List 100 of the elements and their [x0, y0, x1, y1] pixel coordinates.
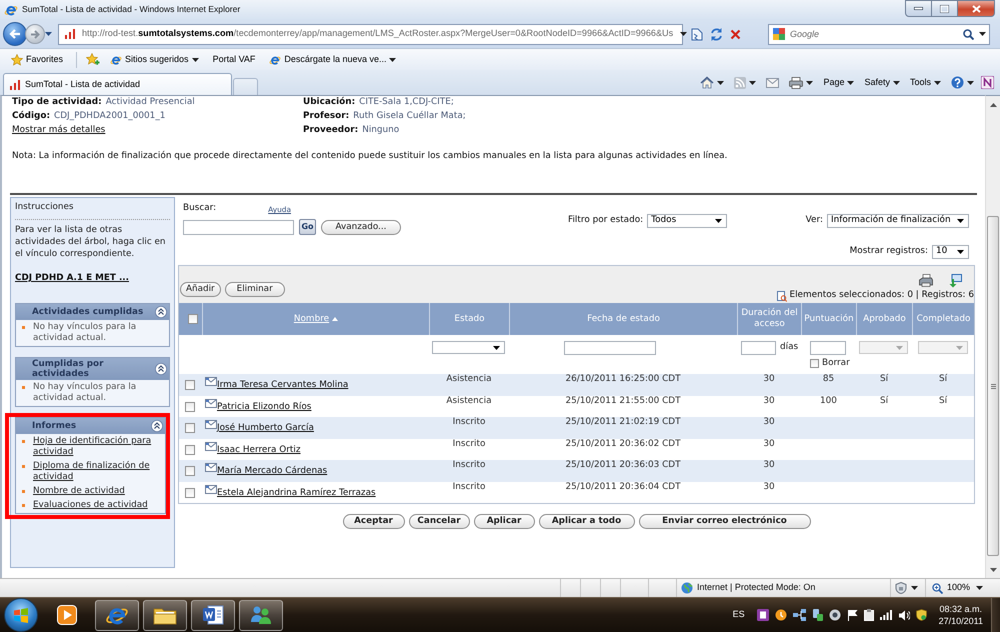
language-indicator[interactable]: ES	[732, 609, 745, 621]
caret-icon[interactable]	[680, 32, 688, 36]
clear-checkbox[interactable]	[810, 359, 819, 368]
person-link[interactable]: María Mercado Cárdenas	[217, 466, 328, 478]
shield-icon[interactable]	[916, 609, 927, 621]
start-button[interactable]	[4, 598, 38, 632]
refresh-icon[interactable]	[710, 28, 723, 40]
report-link[interactable]: Diploma de finalización de actividad	[33, 461, 161, 483]
field-label: Profesor:	[303, 111, 350, 123]
minimize-icon	[914, 7, 923, 10]
report-link[interactable]: Hoja de identificación para actividad	[33, 436, 161, 458]
details-link[interactable]: Mostrar más detalles	[12, 125, 106, 137]
scrollbar-thumb[interactable]	[987, 216, 999, 556]
favorites-link[interactable]: Portal VAF	[208, 50, 260, 68]
bullet-icon	[22, 465, 25, 468]
menu-button[interactable]: Safety	[861, 74, 903, 92]
arrow-up-icon[interactable]	[990, 102, 996, 106]
action-button[interactable]: Enviar correo electrónico	[638, 514, 810, 529]
caret-icon	[934, 80, 941, 84]
taskbar-button[interactable]	[191, 600, 235, 630]
search-input[interactable]	[183, 220, 294, 234]
browser-logo-icon	[4, 3, 18, 17]
row-checkbox[interactable]	[185, 444, 195, 454]
back-button[interactable]	[3, 22, 27, 46]
action-button[interactable]: Aceptar	[342, 514, 404, 529]
go-button[interactable]: Go	[299, 219, 316, 235]
filter-input[interactable]	[564, 341, 656, 355]
person-link[interactable]: Irma Teresa Cervantes Molina	[217, 380, 348, 392]
empty-message: No hay vínculos para la actividad actual.	[33, 322, 138, 344]
favorites-link[interactable]: Sitios sugeridos	[106, 50, 203, 68]
zoom-button[interactable]: 100%	[930, 580, 972, 596]
menu-button[interactable]: Page	[820, 74, 858, 92]
select-all-checkbox[interactable]	[188, 314, 198, 324]
signal-icon[interactable]	[880, 610, 892, 620]
show-desktop-button[interactable]	[991, 598, 1000, 632]
action-button[interactable]: Aplicar	[474, 514, 534, 529]
speaker-icon[interactable]	[898, 610, 910, 620]
disc-icon[interactable]	[828, 609, 841, 621]
favorites-button[interactable]: Favorites	[7, 50, 68, 68]
caret-icon[interactable]	[45, 32, 52, 36]
minimize-button[interactable]	[905, 0, 932, 17]
flag-icon[interactable]	[846, 609, 858, 621]
taskbar-button[interactable]	[239, 600, 283, 630]
envelope-icon	[205, 420, 217, 429]
report-link[interactable]: Evaluaciones de actividad	[33, 500, 148, 511]
maximize-button[interactable]	[932, 0, 958, 17]
panel-title: Actividades cumplidas	[32, 307, 144, 317]
column-header: Estado	[429, 303, 509, 335]
envelope-icon	[205, 463, 217, 472]
row-checkbox[interactable]	[185, 466, 195, 476]
collapse-icon[interactable]	[155, 363, 167, 375]
arrow-down-icon[interactable]	[990, 568, 996, 572]
search-icon[interactable]	[963, 28, 974, 40]
printer-icon[interactable]	[919, 274, 933, 288]
row-checkbox[interactable]	[185, 488, 195, 498]
clipboard-icon[interactable]	[864, 609, 874, 621]
action-button[interactable]: Cancelar	[408, 514, 470, 529]
filter-input[interactable]	[741, 341, 776, 355]
torn-page-icon[interactable]	[691, 28, 703, 40]
toolbar-button[interactable]: Eliminar	[224, 282, 285, 297]
collapse-icon[interactable]	[155, 306, 167, 318]
person-link[interactable]: Estela Alejandrina Ramírez Terrazas	[217, 488, 376, 500]
close-button[interactable]	[958, 0, 995, 17]
advanced-button[interactable]: Avanzado...	[321, 220, 401, 234]
table-cell-text: 25/10/2011 20:36:02 CDT	[565, 438, 681, 450]
filter-input[interactable]	[810, 341, 846, 355]
clock-icon[interactable]	[774, 609, 787, 621]
menu-button[interactable]: Tools	[906, 74, 944, 92]
favorites-link[interactable]: Descárgate la nueva ve...	[265, 50, 400, 68]
table-cell-text: Inscrito	[452, 438, 486, 450]
browser-tab[interactable]: SumTotal - Lista de actividad	[3, 73, 232, 95]
view-select[interactable]: Información de finalización	[827, 214, 969, 228]
help-icon	[951, 76, 964, 89]
person-link[interactable]: Isaac Herrera Ortiz	[217, 444, 301, 456]
person-link[interactable]: Patricia Elizondo Ríos	[217, 402, 312, 414]
caret-icon[interactable]	[979, 32, 986, 36]
network-icon[interactable]	[792, 609, 806, 621]
toolbar-button[interactable]: Añadir	[180, 282, 221, 297]
table-cell-text: 30	[763, 374, 775, 386]
person-link[interactable]: José Humberto García	[217, 423, 314, 435]
status-filter-select[interactable]: Todos	[647, 214, 728, 228]
add-favorite-icon[interactable]	[86, 53, 100, 66]
search-field[interactable]: Google	[768, 24, 990, 44]
tree-link[interactable]: CDJ PDHD A.1 E MET ...	[15, 272, 129, 284]
row-checkbox[interactable]	[185, 423, 195, 433]
field-value: Ninguno	[362, 125, 400, 137]
action-button[interactable]: Aplicar a todo	[538, 514, 634, 529]
app-icon[interactable]	[756, 609, 769, 621]
row-checkbox[interactable]	[185, 402, 195, 412]
page-size-select[interactable]: 10	[932, 245, 969, 259]
report-link[interactable]: Nombre de actividad	[33, 486, 125, 497]
close-icon	[972, 4, 980, 12]
row-checkbox[interactable]	[185, 380, 195, 390]
taskbar-button[interactable]	[143, 600, 187, 630]
taskbar-button[interactable]	[95, 600, 139, 630]
devices-icon[interactable]	[812, 609, 823, 621]
stop-icon[interactable]	[730, 28, 741, 40]
export-icon[interactable]	[948, 274, 962, 288]
toolbar-logo-icon[interactable]	[981, 76, 994, 89]
collapse-icon[interactable]	[151, 420, 163, 432]
